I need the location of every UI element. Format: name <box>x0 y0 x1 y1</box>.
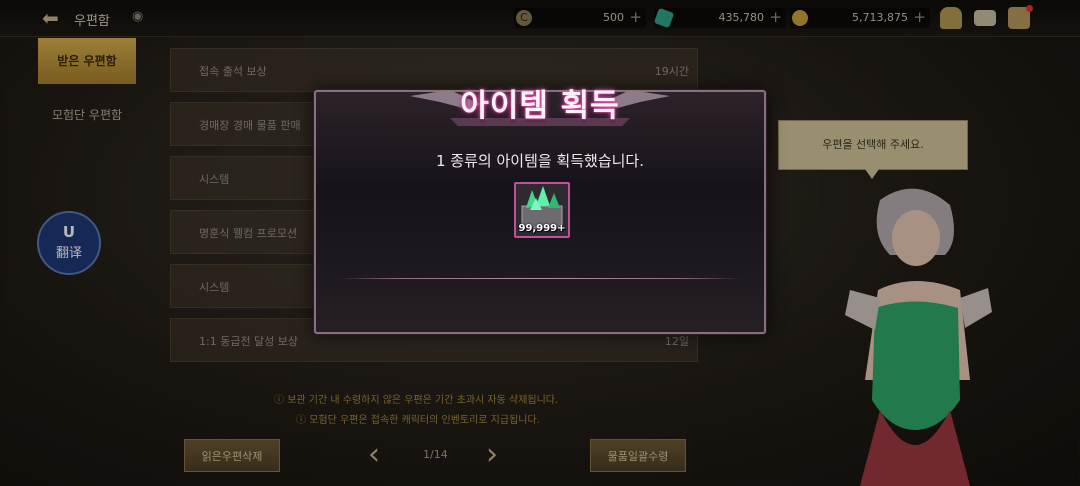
popup-title: 아이템 획득 <box>460 88 620 124</box>
popup-divider <box>338 278 742 279</box>
item-quantity: 99,999+ <box>518 223 566 234</box>
item-acquired-popup: 아이템 획득 1 종류의 아이템을 획득했습니다. 99,999+ <box>314 88 766 334</box>
item-slot[interactable]: 99,999+ <box>514 182 570 238</box>
popup-message: 1 종류의 아이템을 획득했습니다. <box>435 152 645 170</box>
